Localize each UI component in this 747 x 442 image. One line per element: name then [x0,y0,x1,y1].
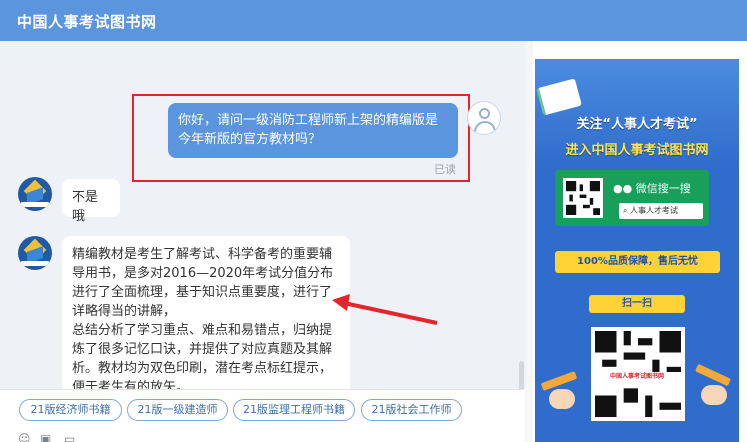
quick-chip[interactable]: 21版一级建造师 [127,399,228,421]
hand-icon [701,385,727,405]
header-bar: 中国人事考试图书网 [0,0,747,41]
quick-chip[interactable]: 21版经济师书籍 [19,399,122,421]
image-icon[interactable]: ▣ [40,432,51,442]
quick-chip[interactable]: 21版监理工程师书籍 [233,399,355,421]
qr-caption: 中国人事考试图书网 [593,372,681,382]
quality-banner: 100%品质保障，售后无忧 [555,251,720,273]
bot-message-bubble: 精编教材是考生了解考试、科学备考的重要辅导用书，是多对2016—2020年考试分… [62,236,350,389]
search-icon: ⌕ [623,206,631,215]
user-avatar [467,101,501,135]
bot-message-line: 精编教材是考生了解考试、科学备考的重要辅导用书，是多对2016—2020年考试分… [72,247,334,319]
wechat-icon: ●● [613,182,633,195]
bot-message-line: 总结分析了学习重点、难点和易错点，归纳提炼了很多记忆口诀，并提供了对应真题及其解… [72,323,333,389]
quick-reply-bar: 21版经济师书籍 21版一级建造师 21版监理工程师书籍 21版社会工作师 ☺ … [0,389,525,442]
user-message-bubble: 你好，请问一级消防工程师新上架的精编版是今年新版的官方教材吗？ [168,103,458,158]
app-title: 中国人事考试图书网 [17,13,157,31]
file-icon[interactable]: ▭ [64,432,75,442]
red-arrow-icon [332,294,438,325]
panel-divider [525,41,533,442]
wechat-search-label: ●● 微信搜一搜 [613,182,691,195]
bot-avatar [18,177,52,211]
read-status: 已读 [434,163,456,176]
quick-chip[interactable]: 21版社会工作师 [361,399,462,421]
qr-code-small [563,178,603,218]
chat-area[interactable]: 你好，请问一级消防工程师新上架的精编版是今年新版的官方教材吗？ 已读 不是哦 精… [0,41,525,389]
wechat-search-box: ⌕ 人事人才考试 [619,203,703,219]
bot-avatar [18,236,52,270]
chat-scrollbar[interactable] [519,361,524,389]
scan-label: 扫一扫 [589,295,685,313]
emoji-icon[interactable]: ☺ [18,432,31,442]
hand-icon [549,389,575,409]
pencil-icon [694,363,732,387]
promo-line-2: 进入中国人事考试图书网 [565,143,709,158]
bot-message-bubble: 不是哦 [62,179,120,224]
promo-banner[interactable]: 关注“人事人才考试” 进入中国人事考试图书网 ●● 微信搜一搜 ⌕ 人事人才考试… [535,59,739,442]
pencil-icon [540,371,578,391]
promo-line-1: 关注“人事人才考试” [576,117,698,132]
